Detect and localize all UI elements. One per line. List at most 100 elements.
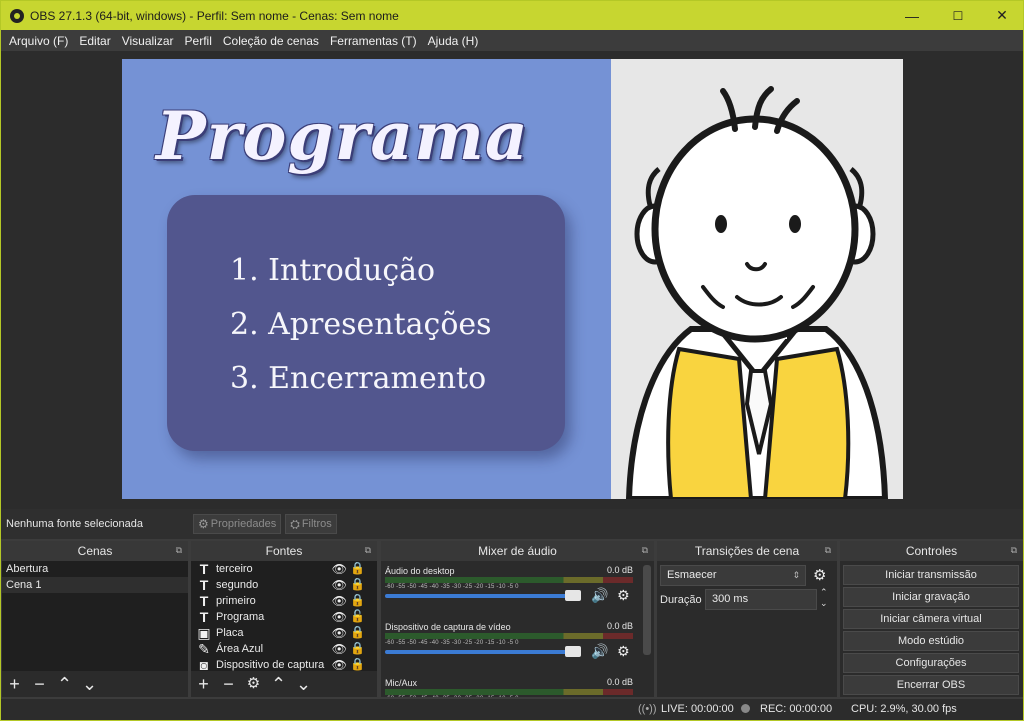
settings-button[interactable]: Configurações	[843, 653, 1019, 673]
properties-button[interactable]: ⚙ Propriedades	[193, 514, 282, 534]
source-item[interactable]: Tprimeiro 👁 🔒	[191, 593, 377, 609]
broadcast-icon: ((•))	[638, 703, 657, 715]
source-item[interactable]: ▣ Placa 👁 🔒	[191, 625, 377, 641]
volume-slider[interactable]	[385, 650, 571, 654]
lock-icon[interactable]: 🔒	[350, 593, 365, 607]
filter-icon: ⛭	[290, 516, 300, 531]
channel-name: Dispositivo de captura de vídeo	[385, 622, 511, 632]
mixer-header: Mixer de áudio ⧉	[381, 541, 654, 561]
source-item[interactable]: ◙ Dispositivo de captura 👁 🔒	[191, 657, 377, 671]
remove-scene-icon[interactable]: −	[27, 671, 52, 697]
duration-input[interactable]: 300 ms	[705, 589, 817, 610]
unlock-icon[interactable]: 🔓	[350, 609, 365, 623]
gear-icon[interactable]: ⚙	[241, 671, 266, 697]
lock-icon[interactable]: 🔒	[350, 625, 365, 639]
undock-icon[interactable]: ⧉	[642, 545, 648, 556]
source-label: primeiro	[216, 595, 256, 607]
minimize-button[interactable]: —	[889, 1, 935, 30]
source-item[interactable]: T Programa 👁 🔓	[191, 609, 377, 625]
start-recording-button[interactable]: Iniciar gravação	[843, 587, 1019, 607]
volume-slider[interactable]	[385, 594, 571, 598]
menu-ajuda[interactable]: Ajuda (H)	[428, 34, 479, 48]
eye-icon[interactable]: 👁	[332, 610, 347, 624]
start-streaming-button[interactable]: Iniciar transmissão	[843, 565, 1019, 585]
transitions-header: Transições de cena ⧉	[657, 541, 837, 561]
text-icon: T	[199, 577, 209, 593]
speaker-icon[interactable]: 🔊	[591, 587, 608, 604]
volume-slider-handle[interactable]	[565, 646, 581, 657]
lock-icon[interactable]: 🔒	[350, 641, 365, 655]
close-button[interactable]: ✕	[979, 1, 1024, 30]
gear-icon[interactable]: ⚙	[813, 566, 826, 584]
maximize-button[interactable]: ☐	[935, 1, 981, 30]
gear-icon[interactable]: ⚙	[617, 643, 630, 660]
eye-icon[interactable]: 👁	[332, 562, 347, 576]
source-label: Área Azul	[216, 643, 264, 655]
move-up-icon[interactable]: ⌃	[266, 671, 291, 697]
add-source-icon[interactable]: +	[191, 671, 216, 697]
status-bar: ((•)) LIVE: 00:00:00 REC: 00:00:00 CPU: …	[1, 699, 1023, 720]
obs-window: OBS 27.1.3 (64-bit, windows) - Perfil: S…	[0, 0, 1024, 721]
add-scene-icon[interactable]: +	[2, 671, 27, 697]
source-item[interactable]: Tsegundo 👁 🔒	[191, 577, 377, 593]
rec-time: REC: 00:00:00	[760, 703, 833, 715]
remove-source-icon[interactable]: −	[216, 671, 241, 697]
undock-icon[interactable]: ⧉	[1011, 545, 1017, 556]
mixer-scrollbar[interactable]	[643, 565, 651, 655]
source-label: Placa	[216, 627, 244, 639]
exit-obs-button[interactable]: Encerrar OBS	[843, 675, 1019, 695]
camera-icon: ◙	[199, 657, 209, 671]
agenda-plaque: 1. Introdução 2. Apresentações 3. Encerr…	[167, 195, 565, 451]
scene-item-abertura[interactable]: Abertura	[2, 561, 188, 577]
duration-stepper-icon[interactable]: ⌃ ⌄	[820, 587, 828, 609]
menu-perfil[interactable]: Perfil	[185, 34, 212, 48]
lock-icon[interactable]: 🔒	[350, 577, 365, 591]
transition-select[interactable]: Esmaecer ⇕	[660, 565, 806, 586]
sources-header: Fontes ⧉	[191, 541, 377, 561]
obs-logo-icon	[10, 8, 24, 23]
menu-editar[interactable]: Editar	[79, 34, 110, 48]
title-bar: OBS 27.1.3 (64-bit, windows) - Perfil: S…	[1, 1, 1023, 30]
start-virtual-camera-button[interactable]: Iniciar câmera virtual	[843, 609, 1019, 629]
menu-visualizar[interactable]: Visualizar	[122, 34, 174, 48]
channel-db: 0.0 dB	[606, 565, 633, 575]
lock-icon[interactable]: 🔒	[350, 561, 365, 575]
undock-icon[interactable]: ⧉	[825, 545, 831, 556]
volume-slider-handle[interactable]	[565, 590, 581, 601]
scene-item-cena-1[interactable]: Cena 1	[2, 577, 188, 593]
undock-icon[interactable]: ⧉	[176, 545, 182, 556]
record-dot-icon	[741, 704, 750, 713]
filters-button[interactable]: ⛭ Filtros	[285, 514, 337, 534]
scenes-header: Cenas ⧉	[2, 541, 188, 561]
mixer-channel-desktop: Áudio do desktop 0.0 dB -60 -55 -50 -45 …	[385, 565, 633, 603]
sources-dock: Fontes ⧉ Tterceiro 👁 🔒 Tsegundo 👁 🔒 Tprimeir…	[191, 541, 377, 697]
eye-icon[interactable]: 👁	[332, 642, 347, 656]
eye-icon[interactable]: 👁	[332, 626, 347, 640]
menu-arquivo[interactable]: Arquivo (F)	[9, 34, 68, 48]
move-down-icon[interactable]: ⌄	[77, 671, 102, 697]
text-icon: T	[199, 609, 209, 625]
menu-colecao-de-cenas[interactable]: Coleção de cenas	[223, 34, 319, 48]
move-down-icon[interactable]: ⌄	[291, 671, 316, 697]
studio-mode-button[interactable]: Modo estúdio	[843, 631, 1019, 651]
agenda-item-3: 3. Encerramento	[230, 361, 487, 396]
lock-icon[interactable]: 🔒	[350, 657, 365, 671]
scenes-dock: Cenas ⧉ Abertura Cena 1 + − ⌃ ⌄	[2, 541, 188, 697]
source-item[interactable]: Tterceiro 👁 🔒	[191, 561, 377, 577]
text-icon: T	[199, 561, 209, 577]
mixer-title: Mixer de áudio	[478, 544, 557, 558]
meter-ticks: -60 -55 -50 -45 -40 -35 -30 -25 -20 -15 …	[385, 696, 633, 697]
menu-ferramentas[interactable]: Ferramentas (T)	[330, 34, 417, 48]
eye-icon[interactable]: 👁	[332, 594, 347, 608]
preview-canvas[interactable]: Programa 1. Introdução 2. Apresentações …	[122, 59, 903, 499]
eye-icon[interactable]: 👁	[332, 578, 347, 592]
move-up-icon[interactable]: ⌃	[52, 671, 77, 697]
window-title: OBS 27.1.3 (64-bit, windows) - Perfil: S…	[30, 8, 399, 23]
gear-icon[interactable]: ⚙	[617, 587, 630, 604]
eye-icon[interactable]: 👁	[332, 658, 347, 671]
undock-icon[interactable]: ⧉	[365, 545, 371, 556]
cpu-fps: CPU: 2.9%, 30.00 fps	[851, 703, 957, 715]
speaker-icon[interactable]: 🔊	[591, 643, 608, 660]
source-item[interactable]: ✎ Área Azul 👁 🔒	[191, 641, 377, 657]
mixer-channel-capture: Dispositivo de captura de vídeo 0.0 dB -…	[385, 621, 633, 659]
